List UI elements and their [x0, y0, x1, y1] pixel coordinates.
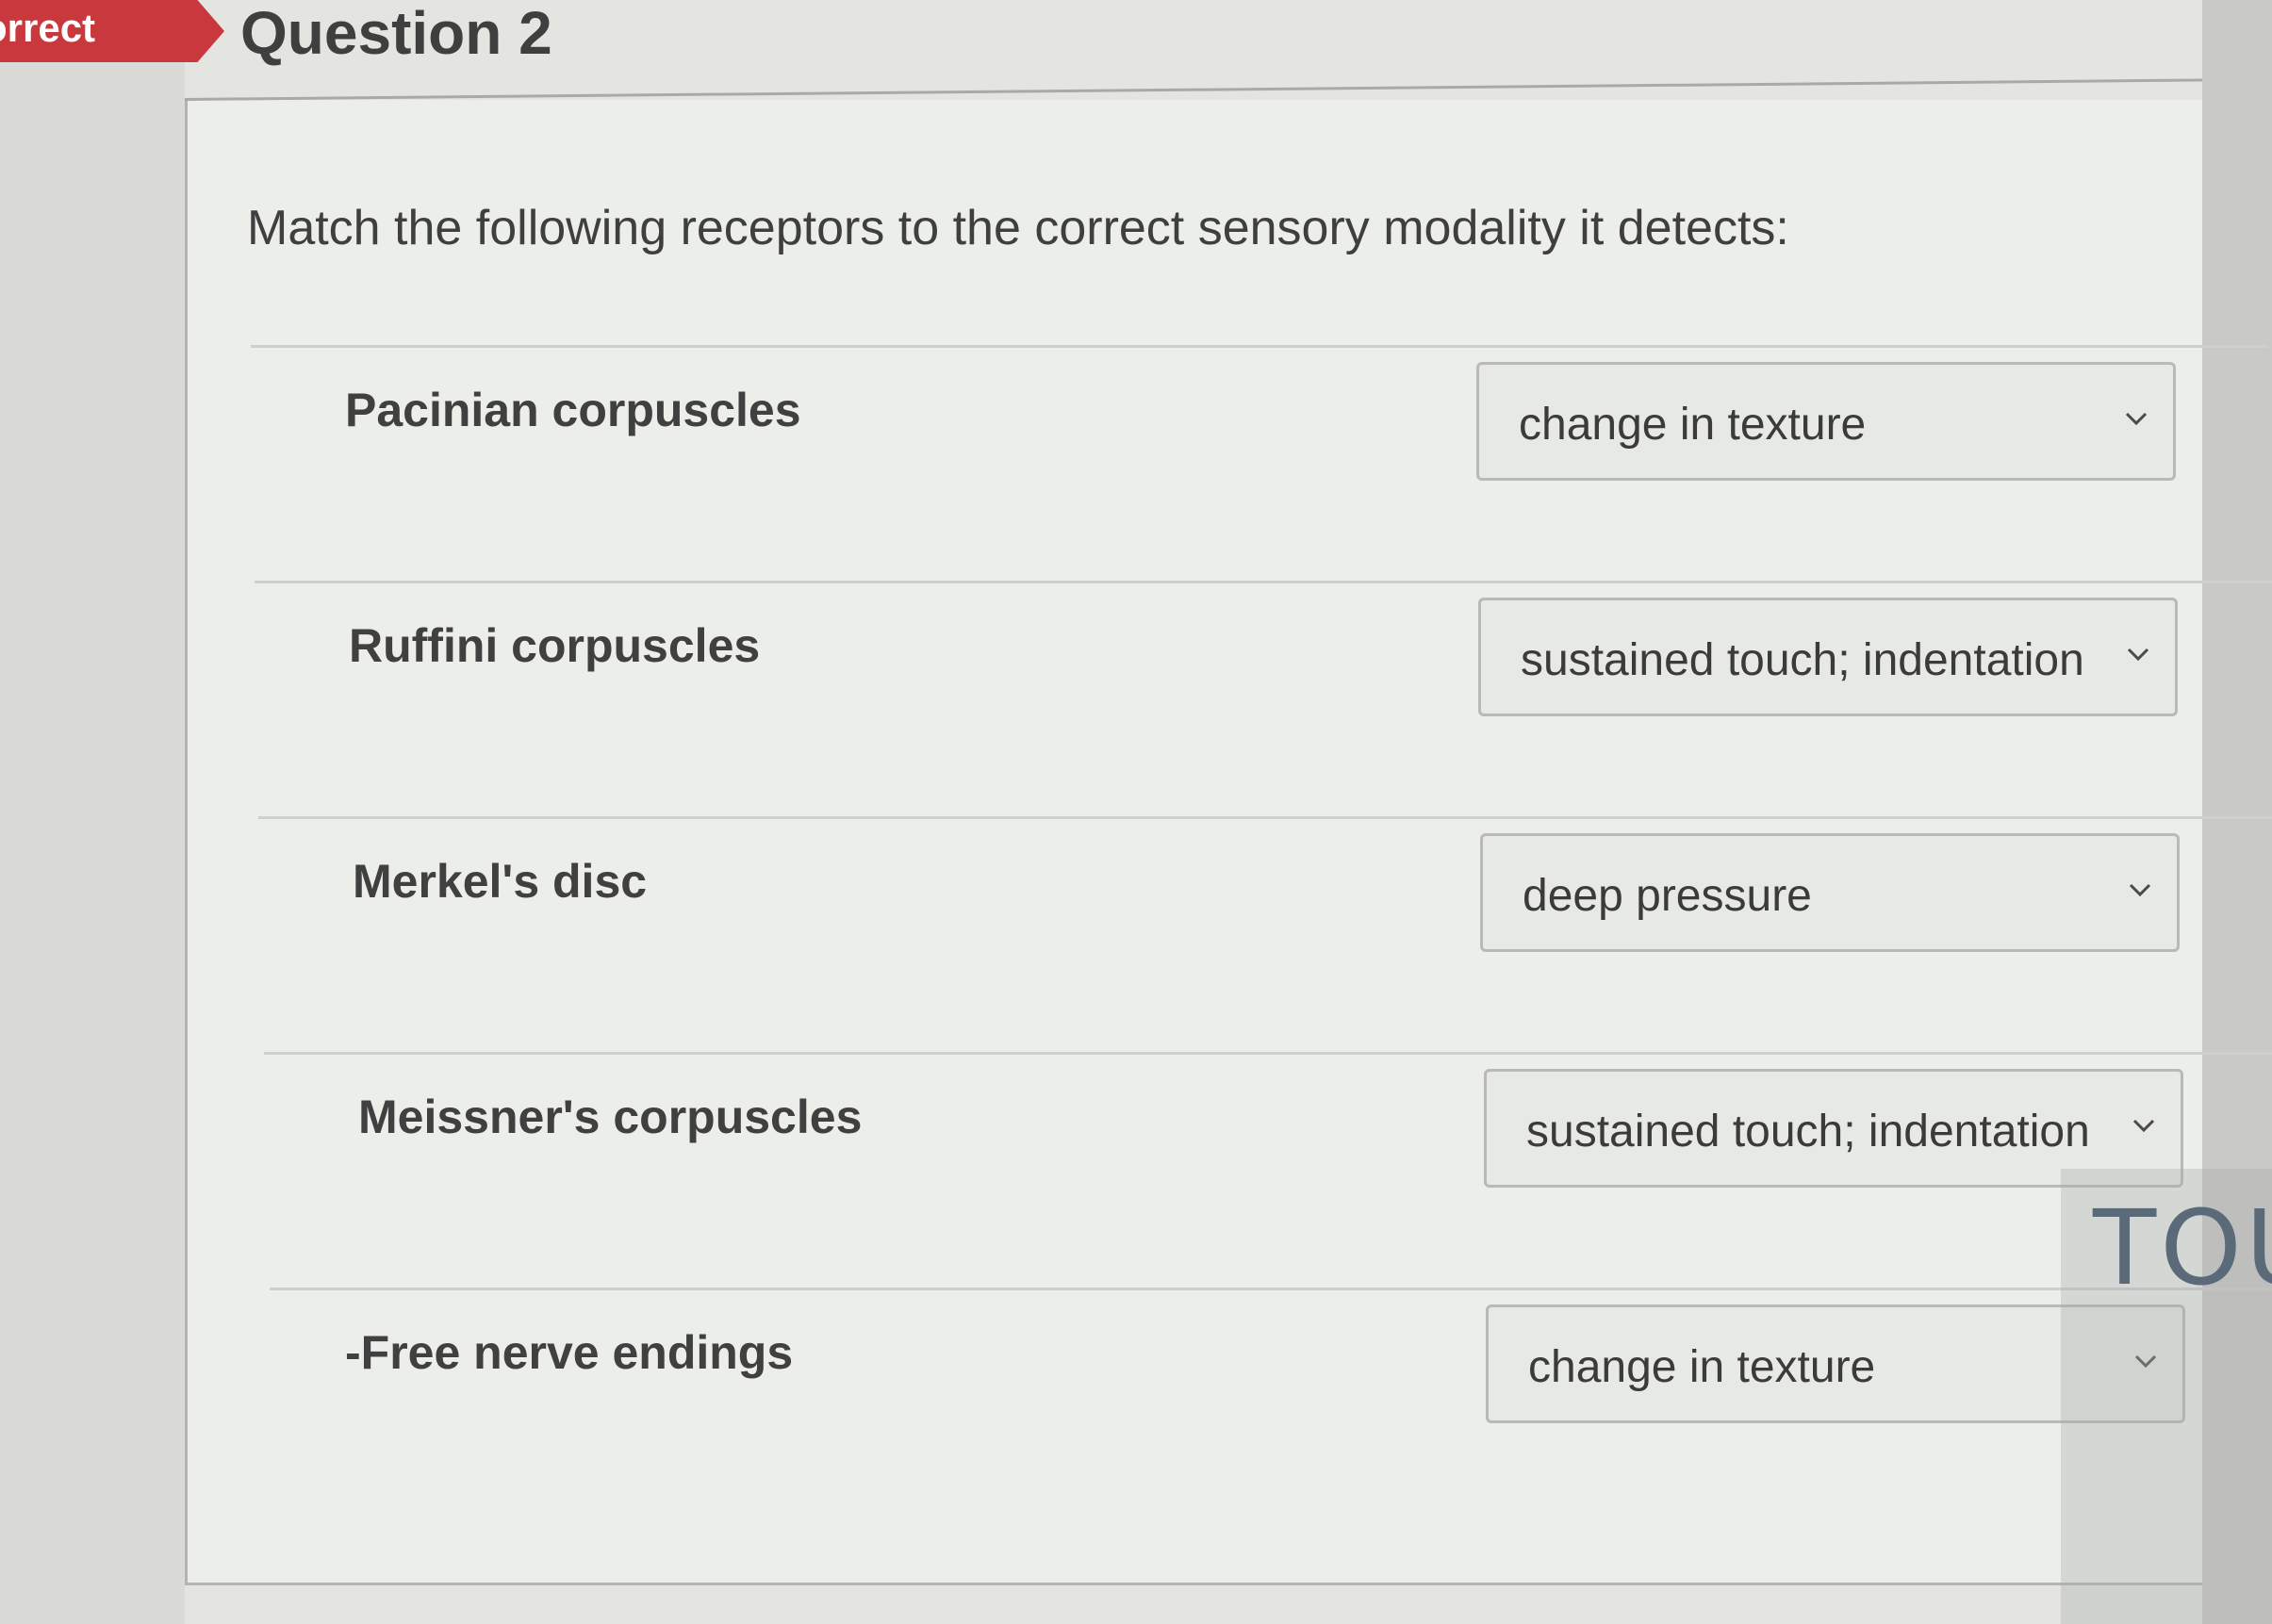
row-divider — [251, 345, 2268, 348]
match-row: Ruffini corpuscles sustained touch; inde… — [255, 581, 2272, 816]
select-value: sustained touch; indentation — [1526, 1107, 2090, 1156]
modality-select[interactable]: sustained touch; indentation — [1478, 598, 2178, 716]
chevron-down-icon — [2129, 883, 2151, 897]
match-row: -Free nerve endings change in texture — [270, 1288, 2272, 1523]
receptor-label: Ruffini corpuscles — [349, 619, 761, 672]
header-divider — [184, 78, 2202, 101]
status-label: orrect — [0, 6, 96, 50]
receptor-label: Merkel's disc — [353, 855, 648, 908]
match-row: Meissner's corpuscles sustained touch; i… — [264, 1052, 2272, 1288]
left-gutter — [0, 0, 185, 1624]
match-row: Merkel's disc deep pressure — [258, 816, 2272, 1052]
receptor-label: Meissner's corpuscles — [358, 1091, 863, 1143]
modality-select[interactable]: deep pressure — [1480, 833, 2180, 952]
question-prompt: Match the following receptors to the cor… — [247, 201, 1789, 255]
chevron-down-icon — [2125, 412, 2148, 426]
select-value: change in texture — [1528, 1342, 1876, 1392]
receptor-label: -Free nerve endings — [345, 1326, 794, 1379]
row-divider — [264, 1052, 2272, 1055]
row-divider — [270, 1288, 2272, 1290]
select-value: deep pressure — [1523, 871, 1812, 921]
row-divider — [255, 581, 2272, 583]
receptor-label: Pacinian corpuscles — [345, 384, 801, 436]
select-value: sustained touch; indentation — [1521, 635, 2084, 685]
handwritten-note: TOU — [2093, 1188, 2272, 1308]
status-flag: orrect — [0, 0, 224, 62]
row-divider — [258, 816, 2272, 819]
question-title: Question 2 — [240, 0, 552, 67]
select-value: change in texture — [1519, 400, 1867, 450]
chevron-down-icon — [2127, 648, 2149, 662]
chevron-down-icon — [2132, 1119, 2155, 1133]
modality-select[interactable]: change in texture — [1476, 362, 2176, 481]
match-row: Pacinian corpuscles change in texture — [251, 345, 2268, 581]
